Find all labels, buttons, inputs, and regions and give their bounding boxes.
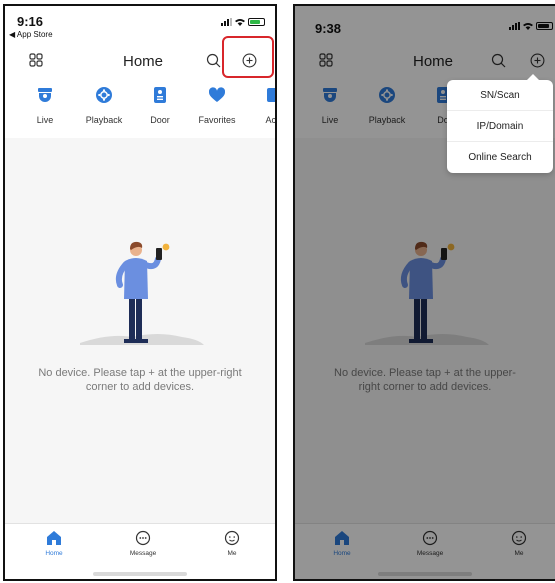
quick-item-access[interactable]: Acc: [243, 86, 276, 125]
bottom-tab-bar: Home Message Me: [5, 523, 275, 579]
home-indicator: [93, 572, 187, 576]
quick-item-live[interactable]: Live: [15, 86, 75, 125]
person-with-phone-icon: [80, 241, 204, 345]
quick-item-label: Playback: [85, 115, 123, 125]
status-icons: [221, 18, 265, 26]
wifi-icon: [235, 19, 245, 26]
menu-item-ip-domain[interactable]: IP/Domain: [447, 111, 553, 142]
phone-screen-left: 9:16 ◀ App Store Home Live Playback Door…: [3, 4, 277, 581]
tab-home[interactable]: Home: [24, 530, 84, 557]
message-icon: [135, 530, 151, 546]
quick-item-label: Favorites: [198, 115, 236, 125]
empty-state-message: No device. Please tap + at the upper-rig…: [38, 367, 242, 393]
search-icon[interactable]: [206, 53, 221, 68]
door-icon: [154, 87, 166, 103]
me-icon: [224, 530, 240, 546]
back-to-app-store-link[interactable]: ◀ App Store: [9, 30, 53, 39]
status-time: 9:16: [17, 14, 44, 29]
battery-icon: [248, 18, 265, 26]
camera-icon: [38, 88, 52, 102]
quick-item-label: Acc: [265, 115, 276, 125]
tab-label: Home: [45, 550, 63, 557]
quick-menu: Live Playback Door Favorites Acc: [5, 86, 275, 132]
add-device-dropdown: SN/Scan IP/Domain Online Search: [447, 74, 553, 173]
header-area: 9:16 ◀ App Store Home Live Playback Door…: [5, 6, 275, 138]
access-icon: [267, 88, 275, 102]
page-title: Home: [123, 53, 164, 70]
tab-me[interactable]: Me: [202, 530, 262, 557]
quick-item-door[interactable]: Door: [130, 86, 190, 125]
playback-icon: [96, 87, 112, 103]
quick-item-favorites[interactable]: Favorites: [187, 86, 247, 125]
home-icon: [47, 531, 61, 545]
tab-message[interactable]: Message: [113, 530, 173, 557]
add-button-highlight: [222, 36, 274, 78]
grid-menu-icon[interactable]: [29, 53, 43, 67]
quick-item-playback[interactable]: Playback: [74, 86, 134, 125]
tab-label: Me: [227, 550, 237, 557]
phone-screen-right: 9:38 Home Live Playback Do No device. Pl…: [293, 4, 555, 581]
signal-icon: [221, 18, 232, 26]
heart-icon: [208, 87, 226, 102]
quick-item-label: Door: [150, 115, 170, 125]
tab-label: Message: [129, 550, 157, 557]
empty-state-illustration: [5, 239, 275, 351]
quick-item-label: Live: [36, 115, 54, 125]
menu-item-sn-scan[interactable]: SN/Scan: [447, 80, 553, 111]
menu-item-online-search[interactable]: Online Search: [447, 142, 553, 173]
